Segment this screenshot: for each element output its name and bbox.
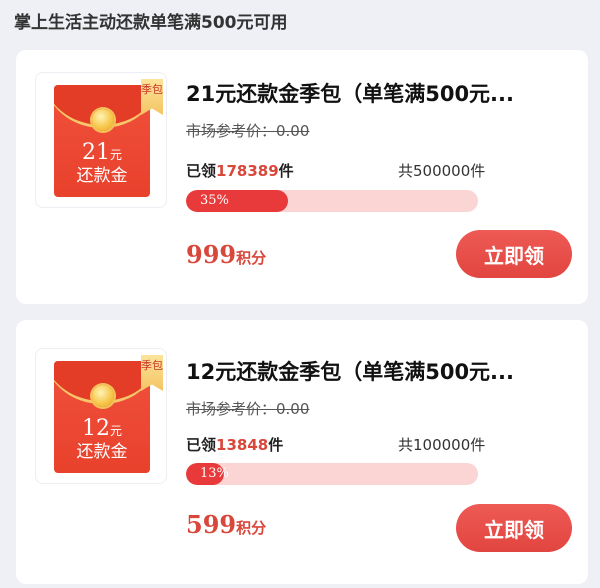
product-title[interactable]: 12元还款金季包（单笔满500元... <box>186 356 566 386</box>
claim-button[interactable]: 立即领 <box>456 504 572 552</box>
claim-button[interactable]: 立即领 <box>456 230 572 278</box>
envelope-amount-unit: 元 <box>109 424 122 438</box>
total-stock: 共500000件 <box>398 162 486 180</box>
claimed-suffix: 件 <box>278 162 294 180</box>
claimed-count: 已领178389件 <box>186 160 294 181</box>
envelope-label: 还款金 <box>76 166 128 186</box>
market-price: 市场参考价：0.00 <box>186 400 310 418</box>
envelope-amount: 12元 <box>54 417 150 443</box>
envelope-amount-unit: 元 <box>109 148 122 162</box>
envelope-amount: 21元 <box>54 141 150 167</box>
product-card[interactable]: 21元 还款金 季包 21元还款金季包（单笔满500元... 市场参考价：0.0… <box>16 50 588 304</box>
red-envelope-icon: 12元 还款金 <box>54 361 150 473</box>
red-envelope-icon: 21元 还款金 <box>54 85 150 197</box>
claim-progress-bar: 13% <box>186 463 478 485</box>
claimed-count: 已领13848件 <box>186 434 283 455</box>
season-pack-ribbon: 季包 <box>141 355 163 391</box>
claimed-prefix: 已领 <box>186 162 217 180</box>
market-price: 市场参考价：0.00 <box>186 122 310 140</box>
points-unit: 积分 <box>236 519 267 537</box>
coin-icon <box>92 385 114 407</box>
claimed-suffix: 件 <box>268 436 284 454</box>
page: 掌上生活主动还款单笔满500元可用 21元 还款金 季包 21元还款金季包（单笔… <box>0 0 600 588</box>
section-title: 掌上生活主动还款单笔满500元可用 <box>14 13 288 33</box>
envelope-amount-value: 21 <box>81 140 110 165</box>
product-title[interactable]: 21元还款金季包（单笔满500元... <box>186 78 566 108</box>
product-card[interactable]: 12元 还款金 季包 12元还款金季包（单笔满500元... 市场参考价：0.0… <box>16 320 588 584</box>
product-thumbnail[interactable]: 12元 还款金 季包 <box>35 348 167 484</box>
points-value: 599 <box>186 510 237 539</box>
product-thumbnail[interactable]: 21元 还款金 季包 <box>35 72 167 208</box>
season-pack-ribbon: 季包 <box>141 79 163 115</box>
envelope-amount-value: 12 <box>81 416 110 441</box>
progress-label: 35% <box>200 193 229 208</box>
envelope-label: 还款金 <box>76 442 128 462</box>
progress-label: 13% <box>200 466 229 481</box>
points-price: 999积分 <box>186 240 266 269</box>
claimed-number: 13848 <box>216 436 269 454</box>
claimed-prefix: 已领 <box>186 436 217 454</box>
claim-progress-bar: 35% <box>186 190 478 212</box>
total-stock: 共100000件 <box>398 436 486 454</box>
points-value: 999 <box>186 240 237 269</box>
claimed-number: 178389 <box>216 162 279 180</box>
points-price: 599积分 <box>186 510 266 539</box>
coin-icon <box>92 109 114 131</box>
points-unit: 积分 <box>236 249 267 267</box>
